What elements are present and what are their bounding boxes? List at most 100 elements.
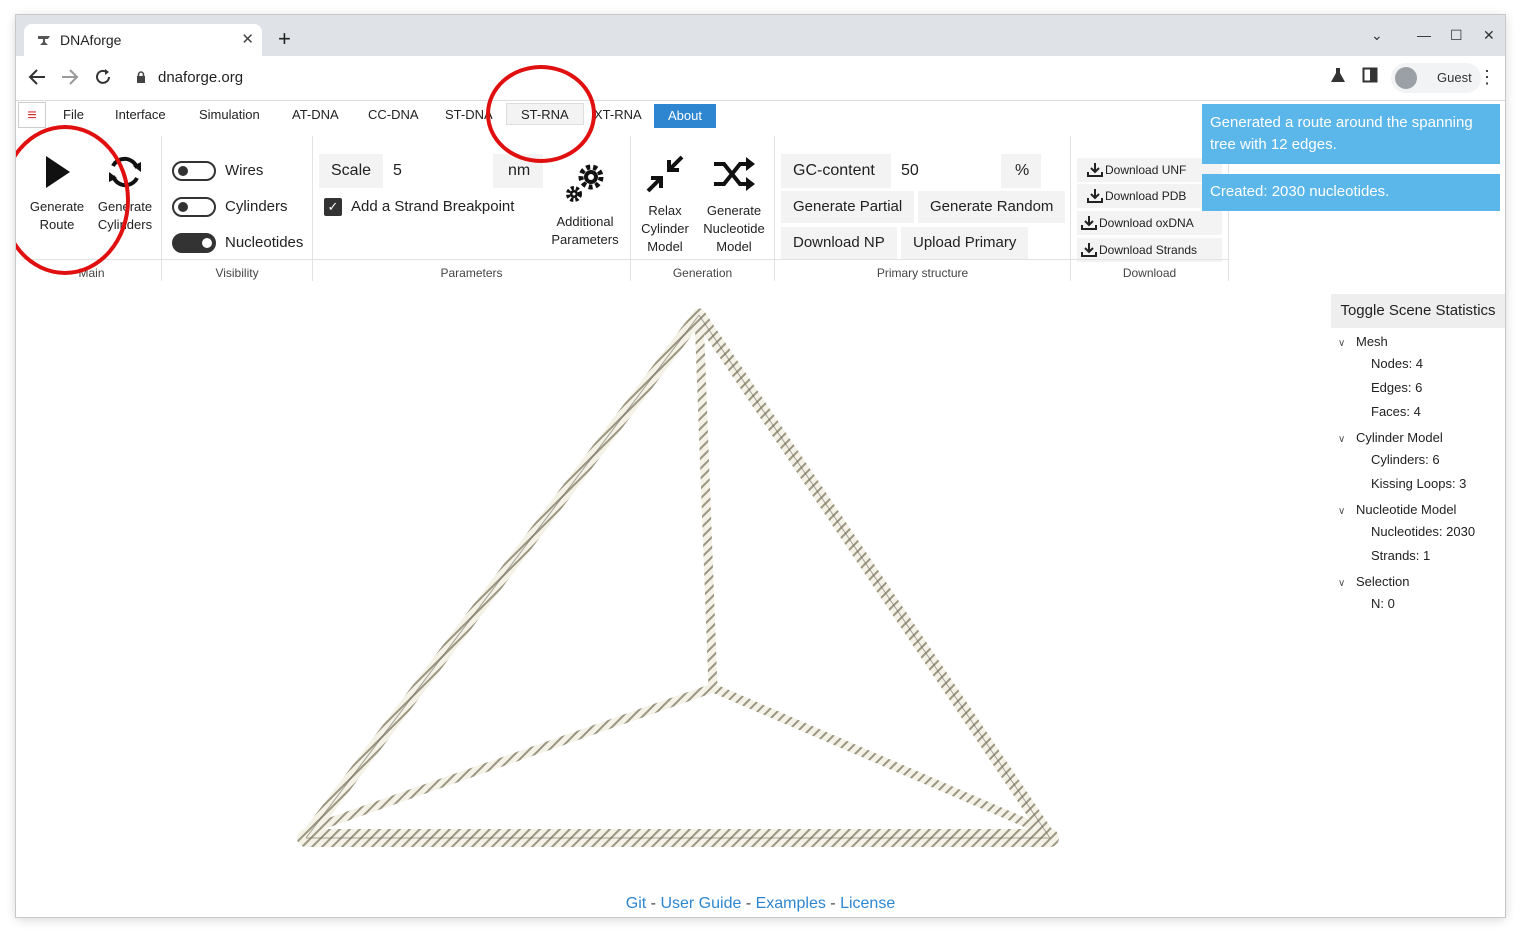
new-tab-button[interactable]: + [278, 28, 291, 50]
browser-tab[interactable]: DNAforge ✕ [24, 24, 262, 56]
upload-primary-button[interactable]: Upload Primary [901, 227, 1029, 259]
maximize-icon[interactable]: ☐ [1450, 27, 1463, 44]
generate-partial-button[interactable]: Generate Partial [781, 191, 915, 223]
footer-links: Git - User Guide - Examples - License [16, 895, 1505, 913]
scale-field: Scale nm [319, 154, 543, 188]
scale-unit: nm [508, 162, 531, 179]
git-link[interactable]: Git [626, 895, 646, 912]
download-np-button[interactable]: Download NP [781, 227, 897, 259]
guest-avatar-icon [1395, 67, 1417, 89]
chevron-down-icon: ∨ [1338, 506, 1346, 517]
generate-route-button[interactable]: Generate Route [26, 154, 88, 234]
relax-cylinder-model-button[interactable]: Relax Cylinder Model [635, 154, 695, 256]
scale-input[interactable] [383, 154, 493, 188]
download-unf-label: Download UNF [1105, 163, 1187, 177]
download-oxdna-button[interactable]: Download oxDNA [1077, 211, 1222, 235]
back-icon[interactable] [28, 69, 46, 85]
wires-toggle[interactable] [172, 161, 216, 181]
generate-nucleotide-model-button[interactable]: Generate Nucleotide Model [699, 154, 769, 256]
window-close-icon[interactable]: ✕ [1483, 27, 1495, 44]
group-label-primary-structure: Primary structure [775, 259, 1070, 284]
group-generation: Relax Cylinder Model Generate Nucleotide… [631, 136, 775, 281]
download-icon [1081, 243, 1097, 257]
profile-label: Guest [1437, 70, 1472, 85]
toggle-scene-statistics-button[interactable]: Toggle Scene Statistics [1331, 294, 1505, 328]
tab-close-icon[interactable]: ✕ [241, 30, 254, 48]
minimize-icon[interactable]: — [1417, 27, 1431, 43]
gc-content-unit: % [1015, 162, 1030, 179]
group-label-main: Main [22, 259, 161, 284]
tree-mesh-label: Mesh [1356, 334, 1388, 349]
relax-label-2: Cylinder [641, 221, 689, 236]
menu-interface[interactable]: Interface [115, 107, 166, 122]
menu-file[interactable]: File [63, 107, 84, 122]
tree-nucleotide-model[interactable]: ∨ Nucleotide Model [1338, 502, 1456, 517]
generate-nucleotide-label-2: Nucleotide [703, 221, 765, 236]
download-strands-label: Download Strands [1099, 243, 1198, 257]
license-link[interactable]: License [840, 895, 895, 912]
lock-icon [137, 71, 145, 83]
group-parameters: Scale nm ✓ Add a Strand Breakpoint Addit… [313, 136, 631, 281]
hamburger-menu-icon[interactable]: ≡ [18, 102, 46, 128]
scale-label: Scale [331, 162, 372, 179]
gc-content-label: GC-content [793, 162, 875, 179]
labs-flask-icon[interactable] [1330, 67, 1346, 83]
nucleotides-toggle[interactable] [172, 233, 216, 253]
cylinders-toggle[interactable] [172, 197, 216, 217]
group-main: Generate Route Generate Cylinders Main [22, 136, 162, 281]
compress-arrows-icon [646, 155, 684, 193]
examples-link[interactable]: Examples [756, 895, 826, 912]
generate-route-label-1: Generate [29, 199, 85, 214]
browser-menu-icon[interactable]: ⋮ [1478, 67, 1496, 88]
scene-viewport[interactable] [16, 293, 1505, 917]
tree-selection[interactable]: ∨ Selection [1338, 574, 1409, 589]
footer-separator: - [741, 895, 756, 912]
chevron-down-icon: ∨ [1338, 434, 1346, 445]
footer-separator: - [646, 895, 661, 912]
nucleotides-label: Nucleotides [225, 234, 304, 251]
menu-st-dna[interactable]: ST-DNA [445, 107, 493, 122]
notification-route: Generated a route around the spanning tr… [1202, 104, 1500, 164]
download-pdb-button[interactable]: Download PDB [1077, 184, 1222, 208]
side-panel-icon[interactable] [1362, 67, 1378, 83]
group-label-parameters: Parameters [313, 259, 630, 284]
group-label-download: Download [1071, 259, 1228, 284]
menu-xt-rna[interactable]: XT-RNA [594, 107, 642, 122]
menu-simulation[interactable]: Simulation [199, 107, 260, 122]
download-pdb-label: Download PDB [1105, 189, 1187, 203]
gears-icon [566, 164, 604, 202]
tetrahedron-nucleotide-model [297, 308, 1059, 847]
stat-nodes: Nodes: 4 [1371, 356, 1424, 371]
gc-content-input[interactable] [891, 154, 1001, 188]
generate-cylinders-label-2: Cylinders [97, 217, 153, 232]
menu-at-dna[interactable]: AT-DNA [292, 107, 339, 122]
notification-nucleotides: Created: 2030 nucleotides. [1202, 174, 1500, 211]
generate-nucleotide-label-3: Model [716, 239, 752, 254]
stat-edges: Edges: 6 [1371, 380, 1423, 395]
download-unf-button[interactable]: Download UNF [1077, 158, 1222, 182]
generate-route-label-2: Route [39, 217, 75, 232]
omnibox[interactable]: dnaforge.org [126, 63, 1306, 93]
profile-button[interactable]: Guest [1391, 63, 1481, 93]
forward-icon[interactable] [61, 69, 79, 85]
chevron-down-icon: ∨ [1338, 338, 1346, 349]
download-oxdna-label: Download oxDNA [1099, 216, 1194, 230]
menu-about[interactable]: About [654, 104, 716, 128]
generate-cylinders-button[interactable]: Generate Cylinders [94, 154, 156, 234]
additional-label-2: Parameters [551, 232, 619, 247]
tree-cylinder-model[interactable]: ∨ Cylinder Model [1338, 430, 1443, 445]
menu-st-rna[interactable]: ST-RNA [506, 103, 584, 125]
footer-separator: - [825, 895, 841, 912]
breakpoint-checkbox[interactable]: ✓ [324, 198, 342, 216]
address-bar: dnaforge.org Guest ⋮ [16, 56, 1505, 101]
tree-selection-label: Selection [1356, 574, 1410, 589]
tree-mesh[interactable]: ∨ Mesh [1338, 334, 1388, 349]
reload-icon[interactable] [94, 68, 112, 86]
tab-search-icon[interactable]: ⌄ [1371, 27, 1383, 44]
additional-parameters-button[interactable]: Additional Parameters [550, 161, 620, 249]
stat-kissing-loops: Kissing Loops: 3 [1371, 476, 1467, 491]
generate-random-button[interactable]: Generate Random [918, 191, 1066, 223]
user-guide-link[interactable]: User Guide [660, 895, 741, 912]
menu-cc-dna[interactable]: CC-DNA [368, 107, 419, 122]
group-visibility: Wires Cylinders Nucleotides Visibility [162, 136, 313, 281]
